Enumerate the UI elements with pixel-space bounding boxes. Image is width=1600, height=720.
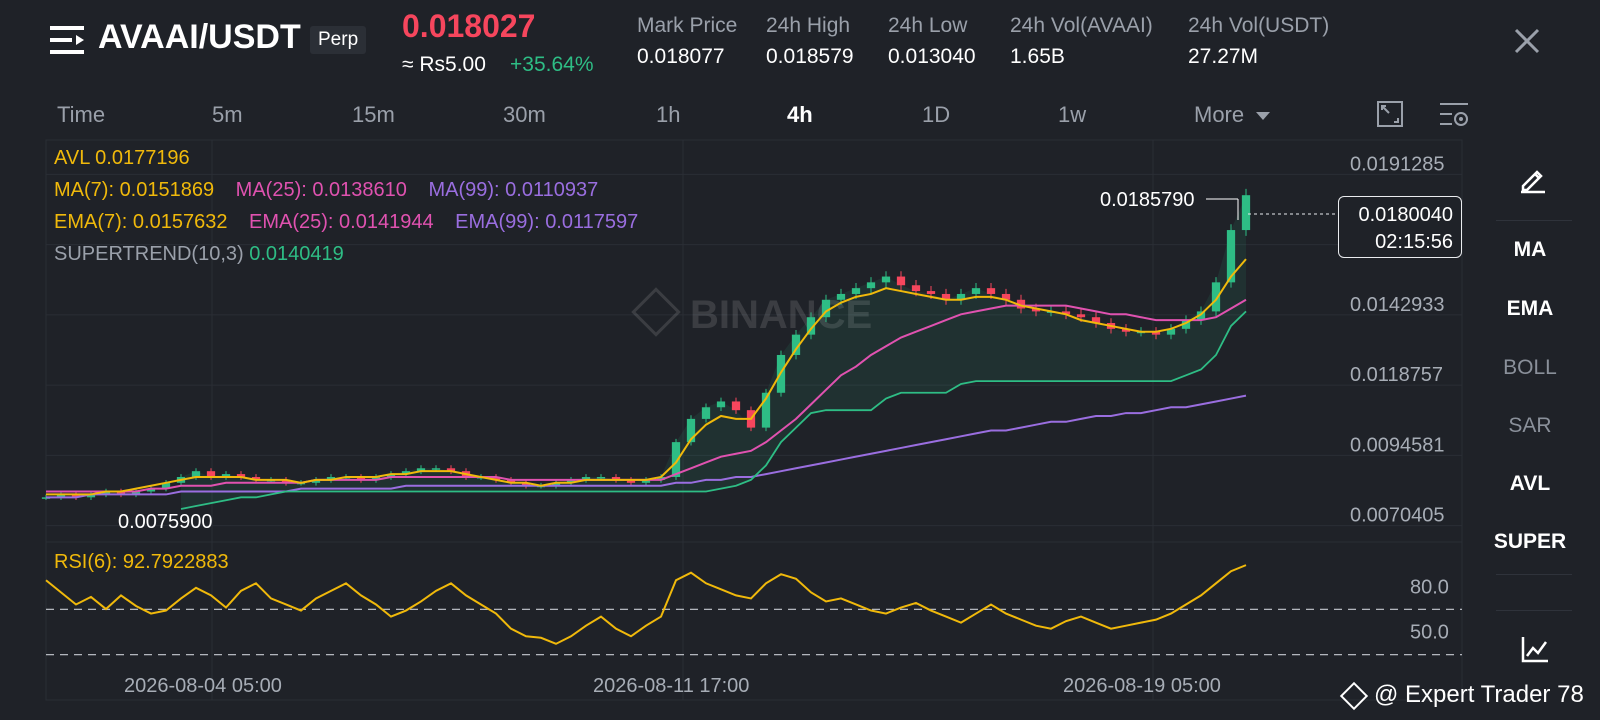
supertrend-label: SUPERTREND(10,3): [54, 243, 244, 265]
rsi-label: RSI(6):: [54, 551, 118, 573]
indicator-chart-icon[interactable]: [1520, 634, 1550, 664]
side-divider-3: [1496, 610, 1572, 611]
rsi-line: [45, 564, 1247, 645]
high-marker: 0.0185790: [1100, 189, 1195, 211]
ma-legend: MA(7): 0.0151869 MA(25): 0.0138610 MA(99…: [54, 179, 598, 202]
avl-button[interactable]: AVL: [1480, 472, 1580, 496]
ma7-label: MA(7):: [54, 179, 114, 201]
ema25-label: EMA(25):: [249, 211, 334, 233]
candle-body-54: [851, 288, 861, 294]
ma99-value: 0.0110937: [505, 179, 599, 201]
ema-legend: EMA(7): 0.0157632 EMA(25): 0.0141944 EMA…: [54, 211, 638, 234]
binance-logo-icon: [1339, 681, 1369, 710]
ma99-label: MA(99):: [428, 179, 500, 201]
candle-body-62: [971, 288, 981, 294]
x-tick-label-2: 2026-08-19 05:00: [1063, 675, 1221, 697]
rsi-tick-label-1: 50.0: [1410, 622, 1449, 644]
countdown-timer: 02:15:56: [1375, 231, 1453, 253]
candle-body-45: [716, 401, 726, 408]
sar-button[interactable]: SAR: [1480, 414, 1580, 438]
candle-body-69: [1076, 314, 1086, 318]
price-chart[interactable]: BINANCE 0.019128500.01429330.01187570.00…: [0, 0, 1600, 720]
supertrend-legend: SUPERTREND(10,3) 0.0140419: [54, 243, 344, 266]
candle-body-46: [731, 401, 741, 411]
rsi-legend: RSI(6): 92.7922883: [54, 551, 229, 574]
candle-body-80: [1241, 195, 1251, 231]
y-tick-label-0: 0.0191285: [1350, 153, 1445, 175]
last-price-tag: 0.0180040 02:15:56: [1338, 196, 1462, 258]
candle-body-26: [431, 468, 441, 470]
rsi-tick-label-0: 80.0: [1410, 576, 1449, 598]
ma-button[interactable]: MA: [1480, 238, 1580, 262]
ema7-label: EMA(7):: [54, 211, 128, 233]
y-tick-label-5: 0.0070405: [1350, 505, 1445, 527]
ema7-value: 0.0157632: [132, 211, 228, 233]
boll-button[interactable]: BOLL: [1480, 356, 1580, 380]
x-tick-label-1: 2026-08-11 17:00: [593, 675, 749, 697]
avl-value: 0.0177196: [95, 147, 190, 169]
super-button[interactable]: SUPER: [1480, 530, 1580, 554]
side-divider-2: [1496, 574, 1572, 575]
y-tick-label-3: 0.0118757: [1350, 364, 1443, 386]
y-tick-label-2: 0.0142933: [1350, 294, 1445, 316]
x-tick-label-0: 2026-08-04 05:00: [124, 675, 282, 697]
y-tick-label-4: 0.0094581: [1350, 434, 1445, 456]
candle-body-57: [896, 276, 906, 286]
rsi-value: 92.7922883: [122, 551, 229, 573]
ema-button[interactable]: EMA: [1480, 297, 1580, 321]
supertrend-value: 0.0140419: [249, 243, 344, 265]
side-divider: [1496, 220, 1572, 221]
low-marker: 0.0075900: [118, 511, 213, 533]
candle-body-59: [926, 291, 936, 294]
last-price-tag-price: 0.0180040: [1358, 204, 1453, 226]
candle-body-37: [596, 476, 606, 479]
candle-body-63: [986, 288, 996, 294]
credit: @ Expert Trader 78: [1339, 681, 1584, 710]
ma7-value: 0.0151869: [119, 179, 215, 201]
ma25-value: 0.0138610: [312, 179, 407, 201]
candle-body-44: [701, 407, 711, 419]
ema99-value: 0.0117597: [545, 211, 639, 233]
candle-body-53: [836, 293, 846, 300]
credit-text: @ Expert Trader 78: [1374, 681, 1584, 708]
candle-body-58: [911, 285, 921, 292]
ma25-label: MA(25):: [235, 179, 307, 201]
candle-body-55: [866, 282, 876, 289]
candle-body-56: [881, 276, 891, 283]
pencil-icon[interactable]: [1518, 164, 1548, 194]
avl-label: AVL: [54, 147, 90, 169]
ema25-value: 0.0141944: [339, 211, 434, 233]
ema99-label: EMA(99):: [455, 211, 540, 233]
avl-legend: AVL 0.0177196: [54, 147, 190, 170]
